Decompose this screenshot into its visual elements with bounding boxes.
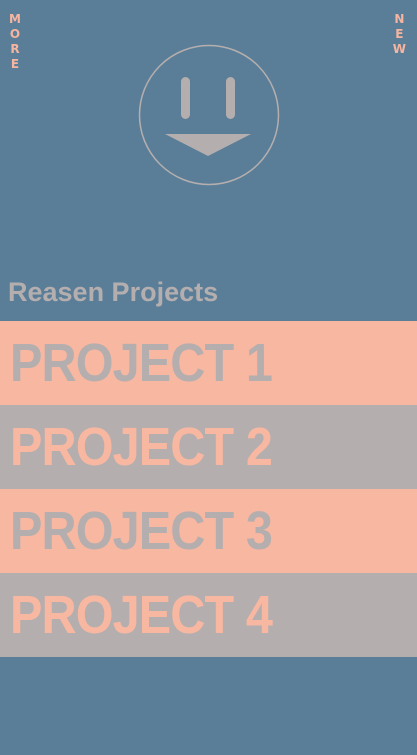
project-item-4[interactable]: PROJECT 4: [0, 573, 417, 657]
more-letter: E: [10, 57, 20, 71]
project-label: PROJECT 1: [10, 333, 273, 393]
more-link[interactable]: M O R E: [9, 12, 21, 72]
project-label: PROJECT 4: [10, 585, 273, 645]
project-label: PROJECT 2: [10, 417, 273, 477]
app-screen: M O R E N E W Reasen Projects PROJECT 1 …: [0, 0, 417, 755]
smiley-face-icon[interactable]: [138, 44, 280, 186]
project-list: PROJECT 1 PROJECT 2 PROJECT 3 PROJECT 4: [0, 321, 417, 657]
new-link[interactable]: N E W: [393, 12, 406, 57]
section-title: Reasen Projects: [8, 277, 219, 307]
more-letter: M: [9, 12, 21, 26]
project-item-2[interactable]: PROJECT 2: [0, 405, 417, 489]
more-letter: R: [10, 42, 20, 56]
project-label: PROJECT 3: [10, 501, 273, 561]
project-item-1[interactable]: PROJECT 1: [0, 321, 417, 405]
new-letter: E: [395, 27, 404, 41]
new-letter: N: [394, 12, 405, 26]
new-letter: W: [392, 42, 406, 56]
project-item-3[interactable]: PROJECT 3: [0, 489, 417, 573]
more-letter: O: [9, 27, 21, 41]
